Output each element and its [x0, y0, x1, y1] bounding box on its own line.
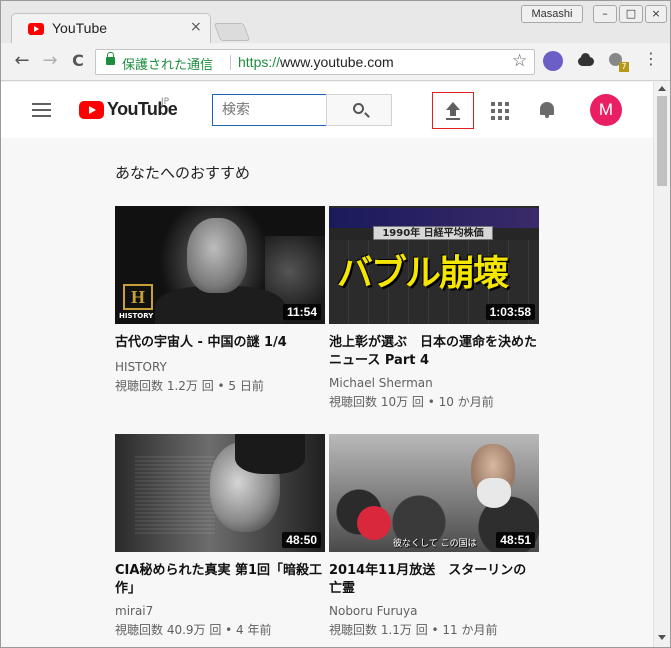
extension-globe-icon[interactable] — [543, 51, 563, 71]
extension-cloud-icon[interactable] — [576, 51, 596, 71]
reload-button[interactable]: C — [67, 50, 89, 72]
profile-button[interactable]: Masashi — [521, 5, 583, 23]
channel-name[interactable]: Noboru Furuya — [329, 604, 417, 618]
video-duration: 11:54 — [282, 304, 321, 320]
video-thumbnail[interactable]: 彼なくして この国は 48:51 — [329, 434, 539, 552]
url-text[interactable]: https://www.youtube.com — [238, 54, 394, 70]
video-thumbnail[interactable]: H HISTORY 11:54 — [115, 206, 325, 324]
video-stats: 視聴回数 1.2万 回 • 5 日前 — [115, 379, 264, 393]
logo-region: JP — [161, 97, 170, 107]
new-tab-button[interactable] — [213, 23, 251, 41]
thumbnail-big-text: バブル崩壊 — [337, 253, 509, 294]
video-title[interactable]: 池上彰が選ぶ 日本の運命を決めたニュース Part 4 — [329, 334, 539, 370]
page-scrollbar[interactable] — [653, 82, 670, 647]
avatar[interactable]: M — [590, 94, 622, 126]
search-button[interactable] — [326, 94, 392, 126]
maximize-button[interactable]: □ — [619, 5, 643, 23]
lock-icon — [106, 52, 115, 65]
scroll-thumb[interactable] — [657, 96, 667, 186]
tab-close-icon[interactable]: × — [190, 19, 202, 35]
youtube-favicon-icon — [28, 23, 44, 35]
url-host: www.youtube.com — [280, 54, 394, 70]
back-button[interactable]: ← — [11, 50, 33, 72]
tab-title: YouTube — [52, 20, 108, 36]
video-thumbnail[interactable]: 48:50 — [115, 434, 325, 552]
video-duration: 48:51 — [496, 532, 535, 548]
channel-name[interactable]: Michael Sherman — [329, 376, 433, 390]
channel-name[interactable]: HISTORY — [115, 360, 167, 374]
scroll-up-icon[interactable] — [658, 86, 666, 91]
thumbnail-caption: HISTORY — [119, 312, 154, 320]
thumbnail-heading: 1990年 日経平均株価 — [373, 226, 493, 240]
thumbnail-subtitle: 彼なくして この国は — [393, 539, 477, 549]
youtube-page: YouTube JP M あなたへのおすすめ H — [1, 82, 653, 647]
url-scheme: https:// — [238, 54, 281, 70]
browser-tab[interactable]: YouTube × — [11, 13, 211, 44]
forward-button[interactable]: → — [39, 50, 61, 72]
upload-icon-base — [446, 118, 460, 120]
video-title[interactable]: 古代の宇宙人 - 中国の謎 1/4 — [115, 334, 325, 352]
video-duration: 48:50 — [282, 532, 321, 548]
video-duration: 1:03:58 — [485, 304, 535, 320]
section-title: あなたへのおすすめ — [115, 164, 251, 182]
address-bar[interactable]: 保護された通信 https://www.youtube.com ☆ — [95, 49, 535, 75]
video-stats: 視聴回数 40.9万 回 • 4 年前 — [115, 623, 272, 637]
bookmark-star-icon[interactable]: ☆ — [512, 51, 527, 71]
notifications-bell-icon[interactable] — [539, 100, 555, 118]
browser-toolbar: ← → C 保護された通信 https://www.youtube.com ☆ … — [1, 43, 670, 81]
channel-name[interactable]: mirai7 — [115, 604, 153, 618]
search-input[interactable] — [212, 94, 327, 126]
video-title[interactable]: 2014年11月放送 スターリンの亡霊 — [329, 562, 539, 598]
upload-button[interactable] — [432, 92, 474, 129]
video-thumbnail[interactable]: 1990年 日経平均株価 バブル崩壊 1:03:58 — [329, 206, 539, 324]
youtube-header: YouTube JP M — [1, 82, 653, 138]
upload-icon — [446, 102, 460, 110]
extension-badge-icon[interactable]: 7 — [608, 51, 629, 72]
secure-label: 保護された通信 — [122, 58, 214, 73]
apps-grid-icon[interactable] — [491, 102, 509, 120]
search-icon — [353, 103, 364, 114]
history-logo: H — [123, 284, 153, 310]
browser-window: YouTube × Masashi – □ × ← → C 保護された通信 ht… — [0, 0, 671, 648]
video-title[interactable]: CIA秘められた真実 第1回「暗殺工作」 — [115, 562, 325, 598]
menu-hamburger-icon[interactable] — [32, 103, 51, 117]
youtube-play-icon — [79, 101, 104, 119]
browser-menu-icon[interactable]: ⋮ — [643, 49, 659, 68]
minimize-button[interactable]: – — [593, 5, 617, 23]
video-stats: 視聴回数 1.1万 回 • 11 か月前 — [329, 623, 498, 637]
omnibox-divider — [230, 55, 231, 70]
video-stats: 視聴回数 10万 回 • 10 か月前 — [329, 395, 494, 409]
extension-badge-count: 7 — [619, 62, 629, 72]
upload-icon-stem — [450, 110, 456, 116]
scroll-down-icon[interactable] — [658, 635, 666, 640]
close-window-button[interactable]: × — [645, 5, 667, 23]
title-bar: YouTube × Masashi – □ × — [1, 1, 670, 44]
